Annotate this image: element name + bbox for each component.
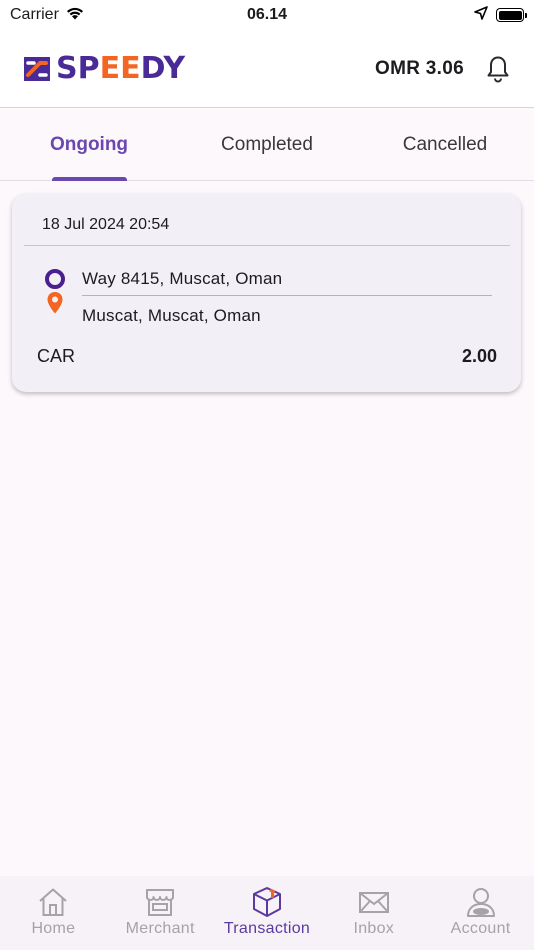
- carrier-label: Carrier: [10, 6, 59, 23]
- pickup-address: Way 8415, Muscat, Oman: [82, 269, 283, 288]
- pickup-circle-icon: [44, 267, 66, 291]
- tab-cancelled[interactable]: Cancelled: [356, 110, 534, 180]
- nav-item-transaction[interactable]: Transaction: [214, 876, 321, 950]
- wifi-icon: [65, 6, 85, 25]
- pickup-row: Way 8415, Muscat, Oman: [12, 264, 521, 294]
- nav-item-home[interactable]: Home: [0, 876, 107, 950]
- transaction-datetime: 18 Jul 2024 20:54: [42, 216, 170, 233]
- status-bar: Carrier 06.14: [0, 0, 534, 30]
- nav-item-account[interactable]: Account: [427, 876, 534, 950]
- location-arrow-icon: [474, 5, 488, 25]
- logo-wordmark: SPEEDY: [56, 51, 186, 86]
- speedy-logo: SPEEDY: [22, 51, 185, 86]
- package-icon: [250, 886, 284, 918]
- route-divider: [82, 295, 492, 296]
- store-icon: [143, 886, 177, 918]
- tab-ongoing[interactable]: Ongoing: [0, 110, 178, 180]
- tab-label: Ongoing: [49, 134, 129, 155]
- envelope-icon: [357, 886, 391, 918]
- dropoff-row: Muscat, Muscat, Oman: [12, 292, 521, 331]
- header-right: OMR 3.06: [375, 54, 512, 84]
- speedy-logo-mark-icon: [24, 56, 50, 81]
- nav-item-inbox[interactable]: Inbox: [320, 876, 427, 950]
- transaction-card[interactable]: 18 Jul 2024 20:54 Way 8415, Muscat, Oman…: [12, 194, 521, 392]
- tab-label: Cancelled: [402, 134, 488, 155]
- transaction-tabs: Ongoing Completed Cancelled: [0, 110, 534, 181]
- nav-label: Account: [450, 920, 511, 937]
- nav-item-merchant[interactable]: Merchant: [107, 876, 214, 950]
- app-header: SPEEDY OMR 3.06: [0, 30, 534, 108]
- user-icon: [464, 886, 498, 918]
- status-right: [474, 5, 527, 25]
- wallet-balance[interactable]: OMR 3.06: [375, 58, 464, 80]
- nav-label: Transaction: [223, 920, 311, 937]
- home-icon: [36, 886, 70, 918]
- location-pin-icon: [44, 291, 66, 315]
- vehicle-type: CAR: [37, 346, 76, 366]
- nav-label: Inbox: [353, 920, 395, 937]
- bell-icon[interactable]: [484, 54, 512, 84]
- divider: [24, 245, 510, 246]
- dropoff-address: Muscat, Muscat, Oman: [82, 306, 261, 325]
- active-tab-indicator: [52, 177, 127, 181]
- nav-label: Merchant: [125, 920, 195, 937]
- bottom-navigation: Home Merchant Transaction Inbox Account: [0, 876, 534, 950]
- tab-label: Completed: [221, 134, 313, 155]
- nav-label: Home: [31, 920, 76, 937]
- tab-completed[interactable]: Completed: [178, 110, 356, 180]
- status-left: Carrier: [10, 6, 85, 25]
- fare-amount: 2.00: [461, 346, 497, 366]
- battery-icon: [496, 8, 527, 22]
